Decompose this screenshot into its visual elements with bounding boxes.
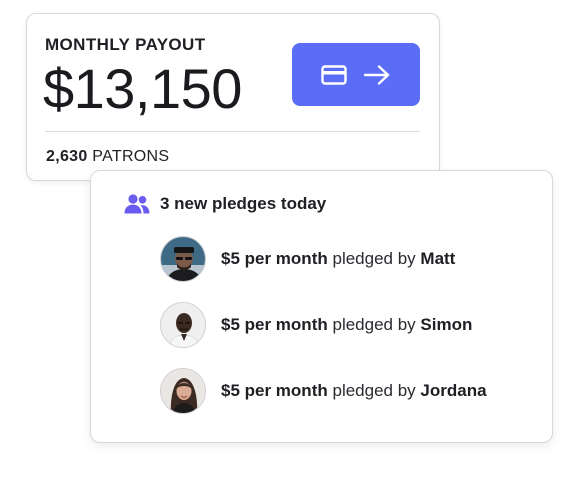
pledge-name: Simon (420, 315, 473, 334)
pledge-row: $5 per month pledged by Matt (160, 235, 455, 283)
payout-button[interactable] (292, 43, 420, 106)
patrons-summary: 2,630 PATRONS (46, 148, 169, 166)
users-icon (124, 193, 150, 215)
credit-card-icon (321, 64, 347, 85)
pledge-connector: pledged by (332, 381, 416, 400)
new-pledges-card: 3 new pledges today $5 per month pledged… (90, 170, 553, 443)
pledge-amount: $5 per month (221, 381, 328, 400)
patrons-count: 2,630 (46, 148, 88, 165)
payout-heading: MONTHLY PAYOUT (45, 35, 206, 54)
pledges-title: 3 new pledges today (160, 194, 327, 213)
pledge-row: $5 per month pledged by Jordana (160, 367, 487, 415)
pledge-amount: $5 per month (221, 315, 328, 334)
pledge-connector: pledged by (332, 249, 416, 268)
pledges-header: 3 new pledges today (124, 193, 326, 215)
pledge-text: $5 per month pledged by Jordana (221, 381, 487, 401)
pledge-amount: $5 per month (221, 249, 328, 268)
pledge-connector: pledged by (332, 315, 416, 334)
arrow-right-icon (363, 64, 391, 86)
avatar-matt (160, 236, 206, 282)
avatar-jordana (160, 368, 206, 414)
pledge-text: $5 per month pledged by Simon (221, 315, 472, 335)
monthly-payout-card: MONTHLY PAYOUT $13,150 2,630 PATRONS (26, 13, 440, 181)
pledge-name: Matt (420, 249, 456, 268)
pledge-name: Jordana (420, 381, 487, 400)
payout-divider (45, 131, 420, 132)
payout-amount: $13,150 (43, 57, 242, 120)
avatar-simon (160, 302, 206, 348)
pledge-row: $5 per month pledged by Simon (160, 301, 472, 349)
pledge-text: $5 per month pledged by Matt (221, 249, 455, 269)
patrons-label: PATRONS (92, 148, 170, 165)
